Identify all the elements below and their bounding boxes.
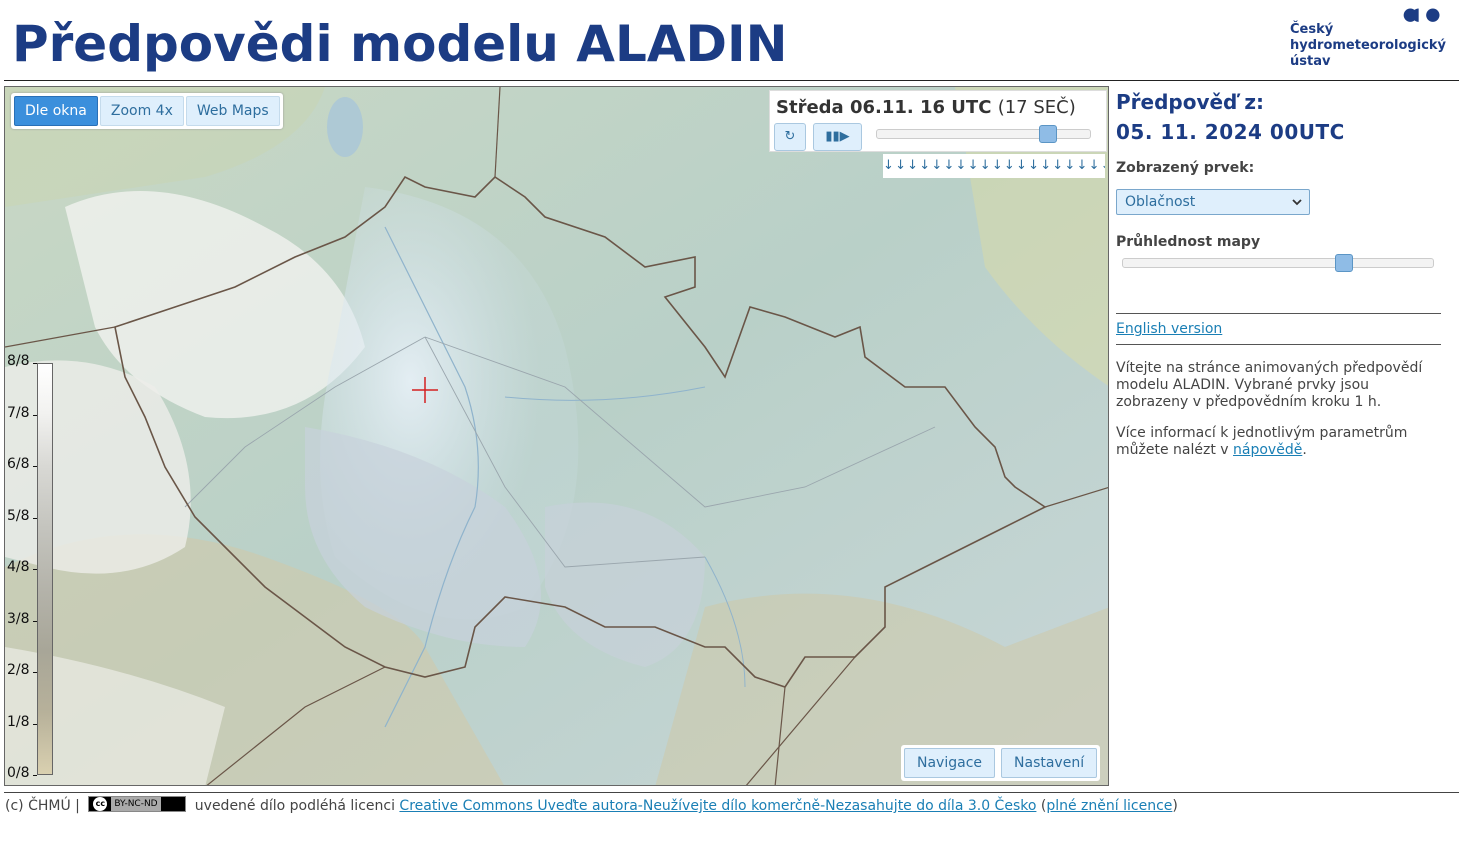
chmu-logo[interactable]: Český hydrometeorologický ústav [1290,6,1465,72]
logo-line-1: Český [1290,22,1334,37]
license-link[interactable]: Creative Commons Uveďte autora-Neužívejt… [399,798,1036,814]
legend-tick [33,569,37,570]
legend-tick [33,414,37,416]
full-license-link[interactable]: plné znění licence [1046,798,1172,814]
legend-tick [33,620,37,622]
view-mode-group: Dle okna Zoom 4x Web Maps [11,93,283,129]
forecast-map[interactable]: Dle okna Zoom 4x Web Maps Středa 06.11. … [4,86,1109,786]
view-zoom-4x-button[interactable]: Zoom 4x [99,96,184,126]
legend-label: 7/8 [7,404,30,421]
wind-arrows-strip[interactable]: ↓↓↓↓↓↓↓↓↓↓↓↓↓↓↓↓↓↓↓↓↓ [883,154,1105,178]
footer: (c) ČHMÚ | cc BY-NC-ND uvedené dílo podlé… [5,796,1178,815]
play-pause-button[interactable]: ▮▮▶ [813,123,862,151]
legend-label: 6/8 [7,456,30,472]
english-version-link[interactable]: English version [1116,321,1222,337]
logo-line-3: ústav [1290,54,1331,69]
legend-tick [33,363,37,364]
legend-tick [33,466,37,467]
page-title: Předpovědi modelu ALADIN [12,15,788,73]
view-fit-window-button[interactable]: Dle okna [14,96,98,126]
side-divider-1 [1116,313,1441,314]
refresh-button[interactable]: ↻ [774,123,806,151]
footer-divider [4,792,1459,793]
legend-tick [33,723,37,725]
opacity-label: Průhlednost mapy [1116,234,1261,250]
logo-text: Český hydrometeorologický ústav [1290,22,1446,70]
cloud-cover-legend: 8/8 7/8 6/8 5/8 4/8 3/8 2/8 1/8 0/8 [5,353,55,785]
legend-label: 2/8 [7,662,30,678]
legend-tick [33,672,37,673]
legend-tick [33,517,37,519]
forecast-time-main: Středa 06.11. 16 UTC [776,97,992,118]
map-bottom-buttons: Navigace Nastavení [901,745,1101,781]
legend-label: 5/8 [7,507,30,524]
side-divider-2 [1116,344,1441,345]
forecast-time-local: (17 SEČ) [997,97,1076,118]
legend-label: 3/8 [7,610,30,627]
animation-player: Středa 06.11. 16 UTC (17 SEČ) ↻ ▮▮▶ [769,90,1107,152]
legend-label: 0/8 [7,765,30,781]
opacity-handle[interactable] [1334,254,1353,272]
forecast-from-date: 05. 11. 2024 00UTC [1116,120,1345,144]
chevron-down-icon [1292,199,1302,206]
timeline-slider[interactable] [876,129,1091,139]
cc-icon: cc [93,797,108,811]
cc-badge-text: BY-NC-ND [111,797,161,811]
legend-label: 8/8 [7,353,30,369]
license-text: uvedené dílo podléhá licenci [194,798,395,814]
more-info-text: Více informací k jednotlivým parametrům … [1116,425,1441,459]
legend-color-scale [37,363,53,775]
map-canvas[interactable] [5,87,1109,786]
forecast-from-label: Předpověď z: [1116,90,1264,114]
cc-license-badge[interactable]: cc BY-NC-ND [88,796,187,812]
logo-line-2: hydrometeorologický [1290,38,1447,53]
legend-tick [33,775,37,776]
copyright-text: (c) ČHMÚ | [5,798,80,814]
forecast-time: Středa 06.11. 16 UTC (17 SEČ) [776,97,1076,118]
element-select[interactable]: Oblačnost [1116,189,1310,215]
opacity-slider[interactable] [1122,258,1434,268]
element-label: Zobrazený prvek: [1116,160,1255,176]
timeline-handle[interactable] [1039,125,1057,143]
settings-button[interactable]: Nastavení [1001,748,1098,778]
header-divider [4,80,1459,81]
navigation-button[interactable]: Navigace [904,748,996,778]
help-link[interactable]: nápovědě [1233,442,1302,458]
more-info-suffix: . [1302,442,1307,458]
intro-text: Vítejte na stránce animovaných předpověd… [1116,360,1423,410]
legend-label: 4/8 [7,559,30,575]
view-web-maps-button[interactable]: Web Maps [185,96,280,126]
legend-label: 1/8 [7,713,30,730]
element-select-value: Oblačnost [1125,194,1196,210]
paren-close: ) [1172,798,1178,814]
refresh-icon: ↻ [784,129,796,144]
